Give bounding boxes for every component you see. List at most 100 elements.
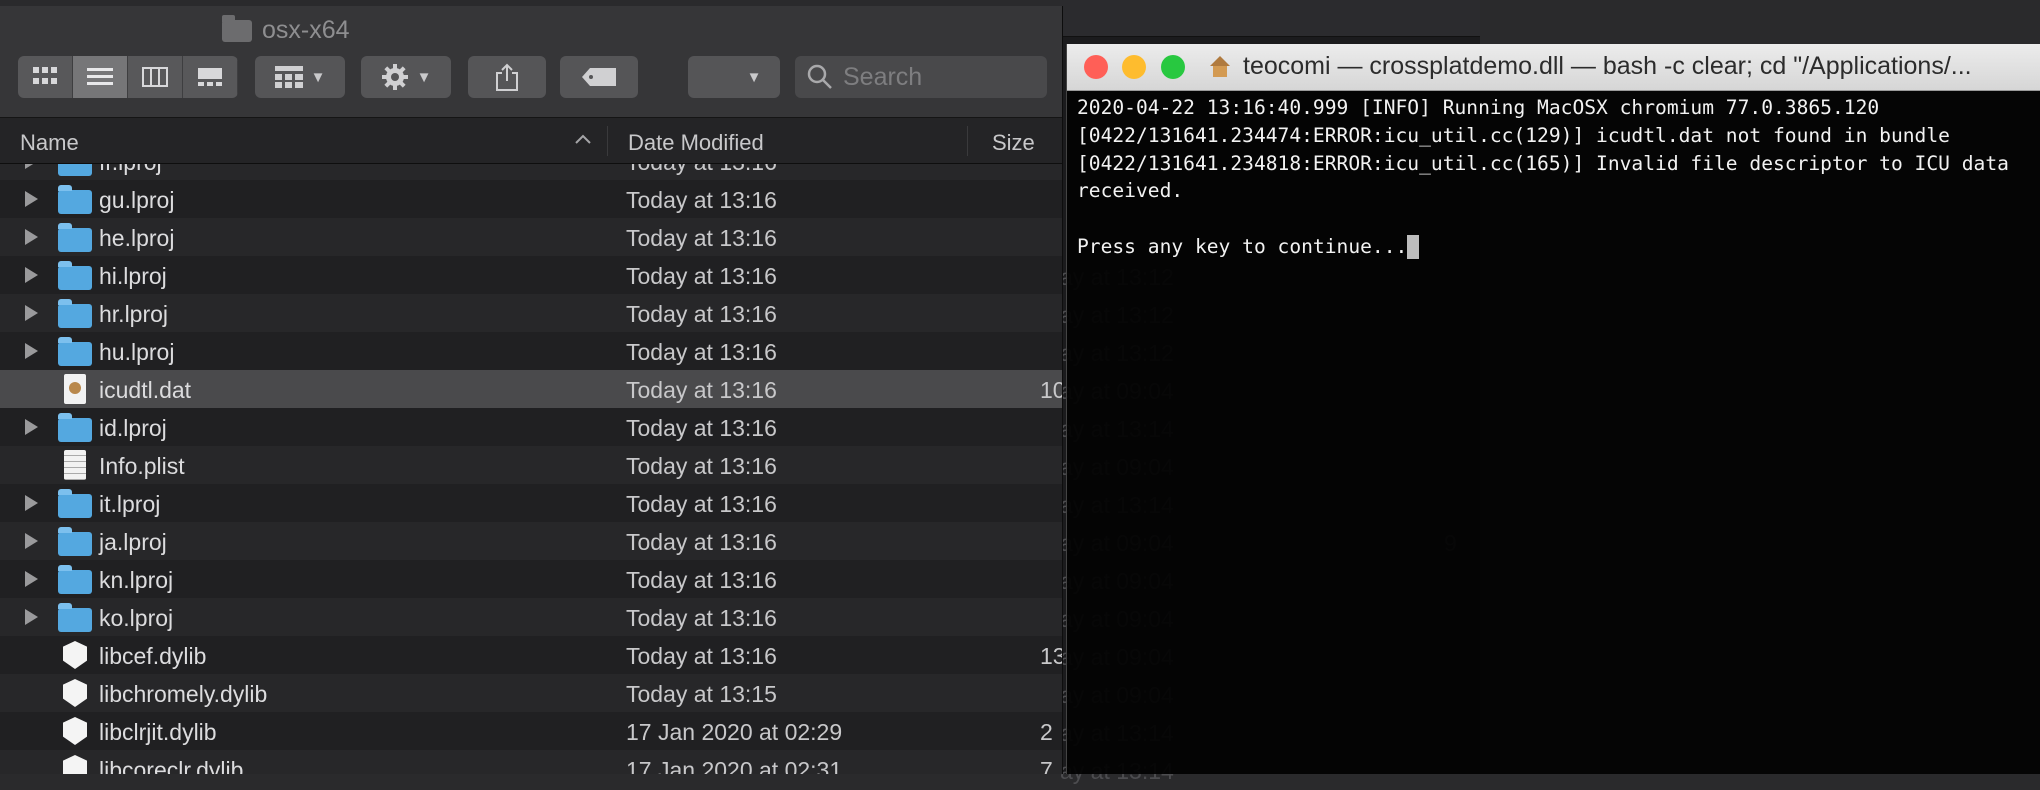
- library-icon: [63, 717, 87, 745]
- file-row[interactable]: gu.lproj Today at 13:16: [0, 180, 1062, 218]
- folder-icon: [58, 299, 92, 328]
- search-placeholder: Search: [843, 62, 923, 91]
- terminal-line: [0422/131641.234474:ERROR:icu_util.cc(12…: [1077, 122, 2009, 150]
- file-size: 13: [1040, 643, 1062, 669]
- file-date: Today at 13:16: [626, 415, 777, 441]
- terminal-line-text: received.: [1077, 179, 1184, 203]
- disclosure-triangle-icon[interactable]: [25, 609, 38, 625]
- terminal-line-text: [0422/131641.234818:ERROR:icu_util.cc(16…: [1077, 151, 2009, 175]
- library-icon: [63, 641, 87, 669]
- chevron-down-icon: ▼: [310, 68, 326, 86]
- file-row[interactable]: libcef.dylib Today at 13:16 13: [0, 636, 1062, 674]
- minimize-button[interactable]: [1122, 55, 1146, 79]
- file-name: it.lproj: [99, 491, 161, 517]
- terminal-line-text: [0422/131641.234474:ERROR:icu_util.cc(12…: [1077, 123, 1950, 147]
- file-name: ko.lproj: [99, 605, 174, 631]
- file-date: 17 Jan 2020 at 02:31: [626, 757, 843, 774]
- gear-icon: [381, 64, 408, 90]
- disclosure-triangle-icon[interactable]: [25, 164, 38, 169]
- search-field[interactable]: Search: [795, 56, 1047, 98]
- file-row[interactable]: hu.lproj Today at 13:16: [0, 332, 1062, 370]
- folder-icon: [58, 223, 92, 252]
- close-button[interactable]: [1084, 55, 1108, 79]
- terminal-line: Press any key to continue...: [1077, 233, 2009, 261]
- home-icon: [1209, 55, 1231, 78]
- file-row[interactable]: ko.lproj Today at 13:16: [0, 598, 1062, 636]
- group-icon: [274, 66, 303, 88]
- file-name: hu.lproj: [99, 339, 175, 365]
- file-name: hr.lproj: [99, 301, 169, 327]
- terminal-output[interactable]: 2020-04-22 13:16:40.999 [INFO] Running M…: [1077, 94, 2009, 261]
- disclosure-triangle-icon[interactable]: [25, 229, 38, 245]
- icon-view-button[interactable]: [18, 56, 73, 98]
- file-date: Today at 13:16: [626, 339, 777, 365]
- disclosure-triangle-icon[interactable]: [25, 495, 38, 511]
- text-cursor: [1407, 235, 1420, 260]
- file-date: Today at 13:16: [626, 605, 777, 631]
- zoom-button[interactable]: [1161, 55, 1185, 79]
- file-size: 10: [1040, 377, 1062, 403]
- folder-icon: [58, 527, 92, 556]
- folder-icon: [58, 164, 92, 176]
- list-view-button[interactable]: [73, 56, 128, 98]
- folder-icon: [58, 261, 92, 290]
- disclosure-triangle-icon[interactable]: [25, 191, 38, 207]
- size-column-header[interactable]: Size: [992, 130, 1035, 156]
- file-name: kn.lproj: [99, 567, 174, 593]
- sort-ascending-icon: [575, 134, 591, 144]
- disclosure-triangle-icon[interactable]: [25, 571, 38, 587]
- file-size: 7: [1040, 757, 1053, 774]
- file-row[interactable]: he.lproj Today at 13:16: [0, 218, 1062, 256]
- file-row[interactable]: libchromely.dylib Today at 13:15: [0, 674, 1062, 712]
- tag-icon: [582, 68, 616, 86]
- group-by-button[interactable]: ▼: [255, 56, 345, 98]
- folder-icon: [58, 603, 92, 632]
- terminal-line: received.: [1077, 177, 2009, 205]
- file-row[interactable]: Info.plist Today at 13:16: [0, 446, 1062, 484]
- file-row[interactable]: libcoreclr.dylib 17 Jan 2020 at 02:31 7: [0, 750, 1062, 774]
- library-icon: [63, 679, 87, 707]
- file-date: Today at 13:16: [626, 187, 777, 213]
- file-date: Today at 13:15: [626, 681, 777, 707]
- disclosure-triangle-icon[interactable]: [25, 533, 38, 549]
- tags-button[interactable]: [560, 56, 638, 98]
- disclosure-triangle-icon[interactable]: [25, 343, 38, 359]
- arrange-dropdown[interactable]: ▼: [688, 56, 780, 98]
- file-name: icudtl.dat: [99, 377, 192, 403]
- file-name: libcef.dylib: [99, 643, 207, 669]
- document-icon: [64, 374, 86, 404]
- file-date: Today at 13:16: [626, 529, 777, 555]
- terminal-window: teocomi — crossplatdemo.dll — bash -c cl…: [1066, 44, 2040, 774]
- file-row[interactable]: ja.lproj Today at 13:16: [0, 522, 1062, 560]
- file-row[interactable]: fr.lproj Today at 13:16: [0, 164, 1062, 180]
- terminal-line: [0422/131641.234818:ERROR:icu_util.cc(16…: [1077, 150, 2009, 178]
- file-name: fr.lproj: [99, 164, 162, 176]
- action-menu-button[interactable]: ▼: [361, 56, 451, 98]
- terminal-line-text: Press any key to continue...: [1077, 234, 1408, 258]
- file-row[interactable]: kn.lproj Today at 13:16: [0, 560, 1062, 598]
- file-row[interactable]: libclrjit.dylib 17 Jan 2020 at 02:29 2: [0, 712, 1062, 750]
- plist-file-icon: [64, 450, 86, 480]
- gallery-view-button[interactable]: [183, 56, 238, 98]
- gallery-icon: [198, 68, 222, 86]
- file-row[interactable]: id.lproj Today at 13:16: [0, 408, 1062, 446]
- window-title: osx-x64: [222, 14, 350, 45]
- disclosure-triangle-icon[interactable]: [25, 419, 38, 435]
- file-row[interactable]: hr.lproj Today at 13:16: [0, 294, 1062, 332]
- finder-titlebar: osx-x64 ▼ ▼ ▼ Search: [0, 6, 1062, 118]
- share-button[interactable]: [468, 56, 546, 98]
- file-date: Today at 13:16: [626, 263, 777, 289]
- column-view-button[interactable]: [128, 56, 183, 98]
- disclosure-triangle-icon[interactable]: [25, 305, 38, 321]
- file-row[interactable]: it.lproj Today at 13:16: [0, 484, 1062, 522]
- terminal-titlebar: teocomi — crossplatdemo.dll — bash -c cl…: [1067, 44, 2040, 91]
- file-row[interactable]: hi.lproj Today at 13:16: [0, 256, 1062, 294]
- file-row[interactable]: icudtl.dat Today at 13:16 10: [0, 370, 1062, 408]
- date-column-header[interactable]: Date Modified: [628, 130, 764, 156]
- file-date: Today at 13:16: [626, 643, 777, 669]
- file-name: libcoreclr.dylib: [99, 757, 244, 774]
- disclosure-triangle-icon[interactable]: [25, 267, 38, 283]
- folder-icon: [58, 565, 92, 594]
- name-column-header[interactable]: Name: [20, 130, 79, 156]
